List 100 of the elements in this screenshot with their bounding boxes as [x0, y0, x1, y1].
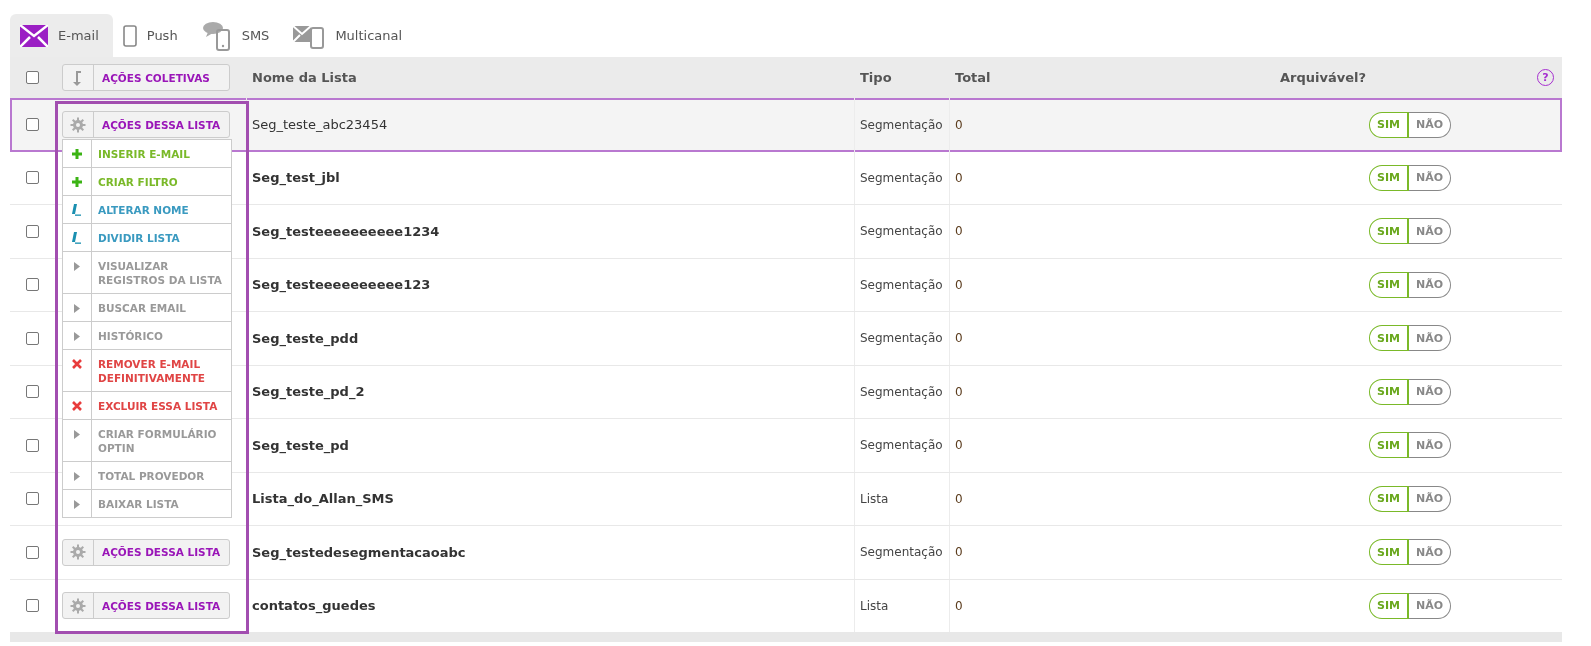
list-name: Seg_teste_abc23454: [252, 117, 388, 133]
list-total: 0: [955, 598, 963, 613]
no-toggle-button[interactable]: NÃO: [1409, 164, 1451, 191]
list-total: 0: [955, 224, 963, 239]
no-toggle-button[interactable]: NÃO: [1409, 325, 1451, 352]
list-type: Segmentação: [860, 438, 943, 453]
menu-item[interactable]: CRIAR FORMULÁRIO OPTIN: [63, 420, 231, 462]
yes-toggle-button[interactable]: SIM: [1369, 218, 1409, 245]
checkbox[interactable]: [26, 71, 39, 84]
menu-item[interactable]: EXCLUIR ESSA LISTA: [63, 392, 231, 420]
tab[interactable]: E-mail: [10, 14, 113, 57]
list-type: Lista: [860, 598, 889, 613]
cross-icon: [72, 400, 82, 412]
list-total: 0: [955, 331, 963, 346]
checkbox[interactable]: [26, 118, 39, 132]
menu-item[interactable]: DIVIDIR LISTA: [63, 224, 231, 252]
no-toggle-button[interactable]: NÃO: [1409, 432, 1451, 459]
checkbox[interactable]: [26, 599, 39, 613]
checkbox[interactable]: [26, 438, 39, 452]
plus-icon: [72, 176, 82, 188]
list-type: Segmentação: [860, 384, 943, 399]
list-type: Segmentação: [860, 545, 943, 560]
no-toggle-button[interactable]: NÃO: [1409, 111, 1451, 138]
checkbox[interactable]: [26, 224, 39, 238]
list-total: 0: [955, 491, 963, 506]
tab[interactable]: SMS: [191, 14, 284, 57]
yes-toggle-button[interactable]: SIM: [1369, 592, 1409, 619]
yes-toggle-button[interactable]: SIM: [1369, 325, 1409, 352]
column-header: Total: [955, 70, 991, 85]
triangle-icon: [74, 260, 80, 272]
list-name: Seg_testedesegmentacaoabc: [252, 544, 466, 560]
actions-button[interactable]: AÇÕES DESSA LISTA: [62, 111, 230, 139]
checkbox[interactable]: [26, 385, 39, 399]
tab[interactable]: Multicanal: [283, 14, 417, 57]
actions-button[interactable]: AÇÕES DESSA LISTA: [62, 592, 230, 620]
menu-item[interactable]: BUSCAR EMAIL: [63, 294, 231, 322]
no-toggle-button[interactable]: NÃO: [1409, 592, 1451, 619]
column-header: Arquivável?: [1280, 70, 1367, 85]
triangle-icon: [74, 470, 80, 482]
triangle-icon: [74, 498, 80, 510]
list-total: 0: [955, 170, 963, 185]
checkbox[interactable]: [26, 171, 39, 185]
triangle-icon: [74, 330, 80, 342]
list-total: 0: [955, 438, 963, 453]
no-toggle-button[interactable]: NÃO: [1409, 218, 1451, 245]
menu-item[interactable]: VISUALIZAR REGISTROS DA LISTA: [63, 252, 231, 294]
yes-toggle-button[interactable]: SIM: [1369, 271, 1409, 298]
list-name: Seg_test_jbl: [252, 170, 340, 186]
list-type: Lista: [860, 491, 889, 506]
list-type: Segmentação: [860, 117, 943, 132]
list-type: Segmentação: [860, 224, 943, 239]
list-name: Lista_do_Allan_SMS: [252, 491, 394, 507]
cross-icon: [72, 358, 82, 370]
menu-item[interactable]: HISTÓRICO: [63, 322, 231, 350]
phone-icon: [122, 24, 137, 47]
list-total: 0: [955, 117, 963, 132]
menu-item[interactable]: BAIXAR LISTA: [63, 490, 231, 517]
envelope-icon: [20, 24, 48, 47]
list-name: contatos_guedes: [252, 598, 376, 614]
list-total: 0: [955, 277, 963, 292]
pen-icon: [72, 232, 82, 244]
list-type: Segmentação: [860, 277, 943, 292]
no-toggle-button[interactable]: NÃO: [1409, 539, 1451, 566]
menu-item[interactable]: REMOVER E-MAIL DEFINITIVAMENTE: [63, 350, 231, 392]
triangle-icon: [74, 428, 80, 440]
menu-item[interactable]: CRIAR FILTRO: [63, 168, 231, 196]
column-header: Tipo: [860, 70, 892, 85]
list-name: Seg_teste_pd: [252, 437, 349, 453]
actions-button[interactable]: AÇÕES DESSA LISTA: [62, 538, 230, 566]
list-total: 0: [955, 384, 963, 399]
checkbox[interactable]: [26, 492, 39, 506]
triangle-icon: [74, 302, 80, 314]
yes-toggle-button[interactable]: SIM: [1369, 378, 1409, 405]
list-total: 0: [955, 545, 963, 560]
sms-phone-icon: [201, 20, 232, 51]
menu-item[interactable]: TOTAL PROVEDOR: [63, 462, 231, 490]
list-name: Seg_testeeeeeeeeee123: [252, 277, 431, 293]
yes-toggle-button[interactable]: SIM: [1369, 432, 1409, 459]
yes-toggle-button[interactable]: SIM: [1369, 485, 1409, 512]
yes-toggle-button[interactable]: SIM: [1369, 111, 1409, 138]
no-toggle-button[interactable]: NÃO: [1409, 485, 1451, 512]
no-toggle-button[interactable]: NÃO: [1409, 271, 1451, 298]
pen-icon: [72, 204, 82, 216]
yes-toggle-button[interactable]: SIM: [1369, 164, 1409, 191]
checkbox[interactable]: [26, 278, 39, 292]
list-type: Segmentação: [860, 331, 943, 346]
menu-item[interactable]: ALTERAR NOME: [63, 196, 231, 224]
yes-toggle-button[interactable]: SIM: [1369, 539, 1409, 566]
checkbox[interactable]: [26, 331, 39, 345]
list-name: Seg_teste_pd_2: [252, 384, 365, 400]
no-toggle-button[interactable]: NÃO: [1409, 378, 1451, 405]
menu-item[interactable]: INSERIR E-MAIL: [63, 140, 231, 168]
tab[interactable]: Push: [112, 14, 192, 57]
actions-button[interactable]: AÇÕES COLETIVAS: [62, 64, 230, 91]
list-name: Seg_teste_pdd: [252, 330, 359, 346]
plus-icon: [72, 148, 82, 160]
checkbox[interactable]: [26, 545, 39, 559]
list-type: Segmentação: [860, 170, 943, 185]
list-name: Seg_testeeeeeeeeee1234: [252, 223, 440, 239]
column-header: Nome da Lista: [252, 70, 357, 85]
